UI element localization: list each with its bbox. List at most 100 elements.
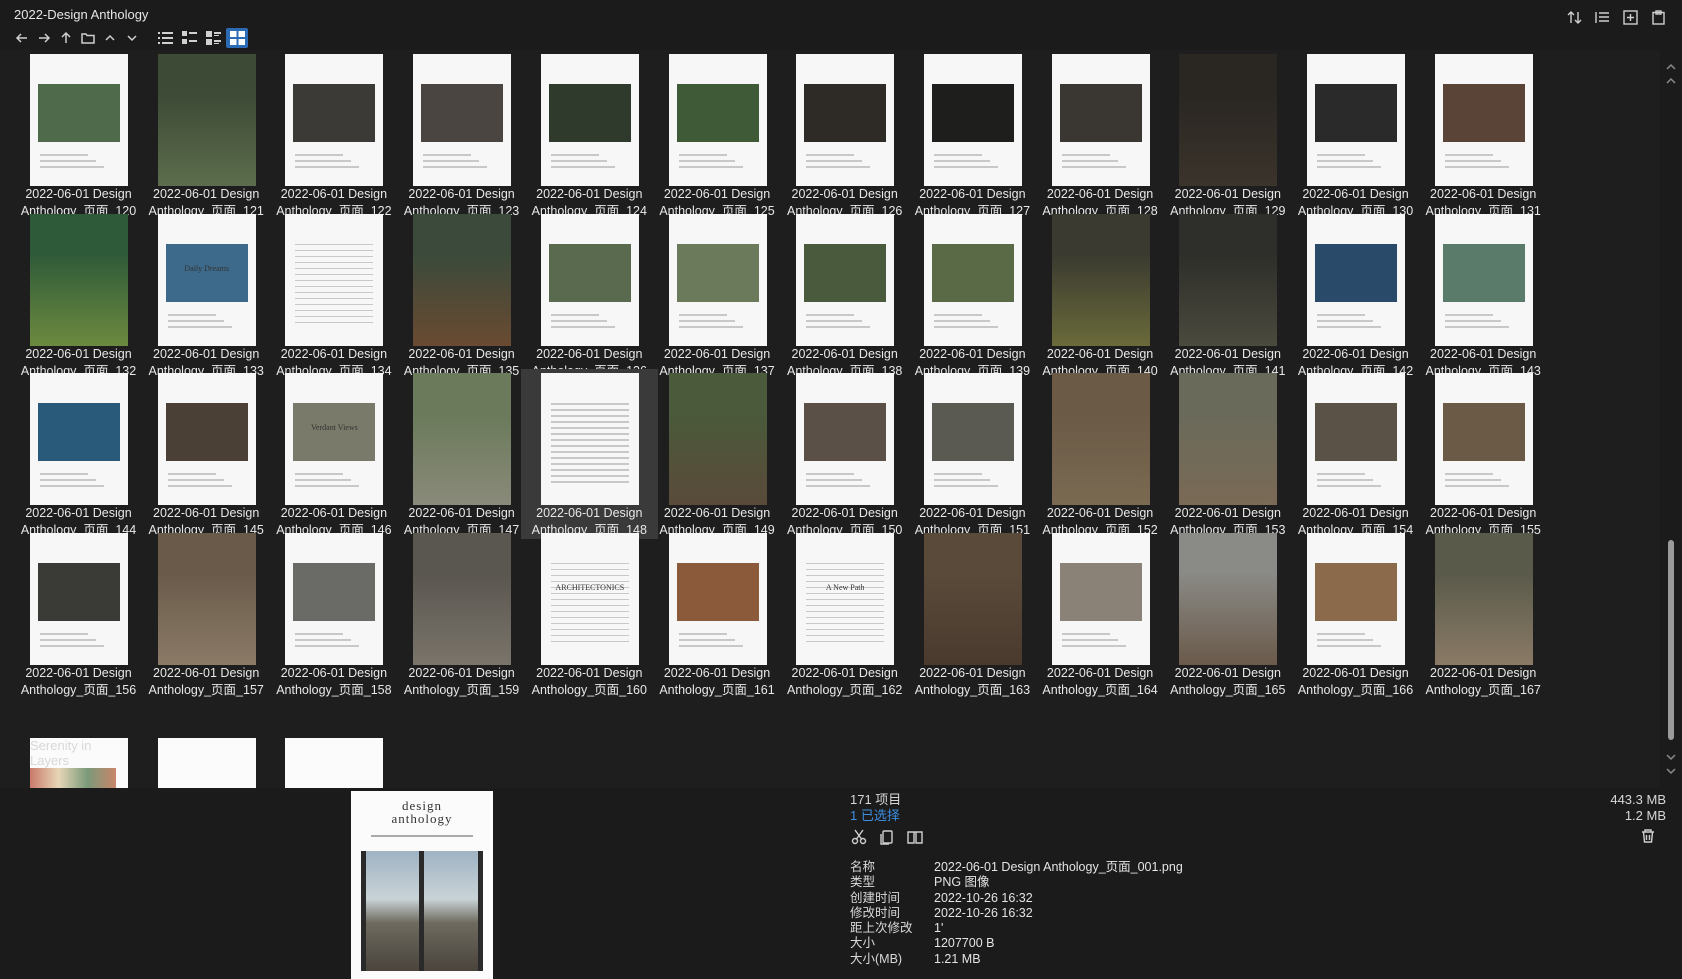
thumbnail-tile[interactable]: 2022-06-01 Design Anthology_页面_127	[904, 50, 1041, 220]
thumbnail-tile[interactable]: 2022-06-01 Design Anthology_页面_155	[1415, 369, 1552, 539]
thumbnail-tile[interactable]: ARCHITECTONICS 2022-06-01 Design Anthology…	[521, 529, 658, 699]
thumbnail-tile[interactable]: 2022-06-01 Design Anthology_页面_138	[776, 210, 913, 380]
thumbnail-tile[interactable]: 2022-06-01 Design Anthology_页面_161	[649, 529, 786, 699]
thumbnail-tile[interactable]: 2022-06-01 Design Anthology_页面_140	[1032, 210, 1169, 380]
sort-button[interactable]	[1564, 8, 1584, 26]
thumbnail-tile[interactable]: 2022-06-01 Design Anthology_页面_166	[1287, 529, 1424, 699]
thumbnail-tile[interactable]: 2022-06-01 Design Anthology_页面_141	[1159, 210, 1296, 380]
thumbnail-tile[interactable]: 2022-06-01 Design Anthology_页面_123	[393, 50, 530, 220]
vertical-scrollbar[interactable]	[1660, 50, 1682, 788]
window-title: 2022-Design Anthology	[14, 7, 149, 22]
thumbnail-tile[interactable]: 2022-06-01 Design Anthology_页面_158	[265, 529, 402, 699]
thumbnail-tile[interactable]: 2022-06-01 Design Anthology_页面_154	[1287, 369, 1424, 539]
thumbnail-tile[interactable]: 2022-06-01 Design Anthology_页面_137	[649, 210, 786, 380]
thumbnail-tile[interactable]: 2022-06-01 Design Anthology_页面_151	[904, 369, 1041, 539]
thumbnail-tile[interactable]: 2022-06-01 DesignAnthology_页面_136	[521, 210, 658, 380]
thumbnail-tile[interactable]: 2022-06-01 Design Anthology_页面_152	[1032, 369, 1169, 539]
new-pane-button[interactable]	[1620, 8, 1640, 26]
thumbnail-tile[interactable]: 2022-06-01 Design Anthology_页面_149	[649, 369, 786, 539]
thumbnail-tile[interactable]: 2022-06-01 Design Anthology_页面_125	[649, 50, 786, 220]
thumbnail-text-line	[40, 485, 104, 487]
thumbnail-tile[interactable]: 2022-06-01 Design Anthology_页面_142	[1287, 210, 1424, 380]
scroll-down-arrow-2[interactable]	[1665, 764, 1677, 775]
thumbnail-tile[interactable]: 2022-06-01 Design Anthology_页面_134	[265, 210, 402, 380]
scroll-down-arrow[interactable]	[1665, 750, 1677, 761]
detail-row: 类型 PNG 图像	[850, 875, 1183, 890]
tiles-view-button[interactable]	[202, 28, 224, 48]
thumbnail-tile[interactable]: 2022-06-01 Design Anthology_页面_129	[1159, 50, 1296, 220]
thumbnail-tile[interactable]: 2022-06-01 Design Anthology_页面_150	[776, 369, 913, 539]
thumbnail-tile[interactable]: 2022-06-01 Design Anthology_页面_130	[1287, 50, 1424, 220]
thumbnail-tile[interactable]: 2022-06-01 Design Anthology_页面_132	[10, 210, 147, 380]
thumbnail-tile[interactable]: 2022-06-01 Design Anthology_页面_165	[1159, 529, 1296, 699]
thumbnail-tile[interactable]: 2022-06-01 Design Anthology_页面_153	[1159, 369, 1296, 539]
thumbnail-text-line	[1444, 154, 1493, 156]
thumbnail-tile[interactable]: 2022-06-01 Design Anthology_页面_144	[10, 369, 147, 539]
thumbnail-tile[interactable]: 2022-06-01 Design Anthology_页面_139	[904, 210, 1041, 380]
forward-button[interactable]	[34, 28, 54, 48]
page-thumbnail	[285, 54, 384, 186]
thumbnail-tile[interactable]: 2022-06-01 Design Anthology_页面_124	[521, 50, 658, 220]
partial-thumbnail[interactable]	[157, 738, 256, 788]
open-book-button[interactable]	[906, 828, 924, 846]
sort-up-button[interactable]	[100, 28, 120, 48]
scroll-up-arrow[interactable]	[1665, 60, 1677, 70]
file-actions	[850, 828, 924, 846]
caption-line2: Anthology_页面_162	[787, 682, 903, 697]
thumbnail-tile[interactable]: 2022-06-01 Design Anthology_页面_120	[10, 50, 147, 220]
thumbnail-tile[interactable]: 2022-06-01 Design Anthology_页面_131	[1415, 50, 1552, 220]
thumbnail-tile[interactable]: 2022-06-01 Design Anthology_页面_147	[393, 369, 530, 539]
thumbnail-photo	[931, 84, 1014, 142]
caption-line1: 2022-06-01 Design	[1302, 665, 1409, 680]
thumbnail-tile[interactable]: 2022-06-01 Design Anthology_页面_156	[10, 529, 147, 699]
chevron-up-icon	[1666, 77, 1676, 84]
thumbnail-tile[interactable]: 2022-06-01 Design Anthology_页面_167	[1415, 529, 1552, 699]
thumbnail-view-button[interactable]	[226, 28, 248, 48]
scrollbar-thumb[interactable]	[1668, 540, 1674, 740]
thumbnail-tile[interactable]: 2022-06-01 Design Anthology_页面_122	[265, 50, 402, 220]
thumbnail-tile[interactable]: Verdant Views 2022-06-01 Design Anthology_…	[265, 369, 402, 539]
thumbnail-text-line	[550, 457, 629, 459]
thumbnail-tile[interactable]: 2022-06-01 Design Anthology_页面_163	[904, 529, 1041, 699]
folder-button[interactable]	[78, 28, 98, 48]
copy-button[interactable]	[878, 828, 896, 846]
back-button[interactable]	[12, 28, 32, 48]
thumbnail-tile[interactable]: 2022-06-01 Design Anthology_页面_157	[138, 529, 275, 699]
thumbnail-tile[interactable]: 2022-06-01 Design Anthology_页面_135	[393, 210, 530, 380]
scroll-up-arrow-2[interactable]	[1665, 74, 1677, 84]
thumbnail-tile[interactable]: A New Path 2022-06-01 Design Anthology_页面_…	[776, 529, 913, 699]
delete-button[interactable]	[1640, 828, 1658, 846]
details-view-button[interactable]	[178, 28, 200, 48]
preview-title-line2: anthology	[391, 811, 453, 826]
thumbnail-tile[interactable]: 2022-06-01 Design Anthology_页面_143	[1415, 210, 1552, 380]
thumbnail-tile[interactable]: Daily Dreams 2022-06-01 Design Anthology_页…	[138, 210, 275, 380]
thumbnail-tile[interactable]: 2022-06-01 Design Anthology_页面_126	[776, 50, 913, 220]
thumbnail-tile[interactable]: 2022-06-01 Design Anthology_页面_121	[138, 50, 275, 220]
thumbnail-tile[interactable]: 2022-06-01 Design Anthology_页面_159	[393, 529, 530, 699]
thumbnail-text-line	[806, 154, 855, 156]
thumbnail-text-line	[167, 479, 224, 481]
thumbnail-text-line	[933, 319, 990, 322]
thumbnail-text-line	[167, 319, 224, 322]
layout-button[interactable]	[1592, 8, 1612, 26]
caption-line1: 2022-06-01 Design	[1174, 665, 1281, 680]
partial-thumbnail[interactable]: Serenity in Layers	[30, 738, 128, 788]
thumbnail-tile[interactable]: 2022-06-01 Design Anthology_页面_164	[1032, 529, 1169, 699]
thumbnail-caption: 2022-06-01 Design Anthology_页面_157	[138, 665, 275, 699]
page-thumbnail	[1307, 213, 1405, 346]
thumbnail-tile[interactable]: 2022-06-01 Design Anthology_页面_148	[520, 369, 658, 539]
clipboard-button[interactable]	[1648, 8, 1668, 26]
selected-count[interactable]: 1 已选择	[850, 808, 901, 824]
sort-down-button[interactable]	[122, 28, 142, 48]
thumbnail-text-line	[550, 166, 615, 168]
list-view-button[interactable]	[154, 28, 176, 48]
thumbnail-page-title: Serenity in Layers	[30, 738, 92, 768]
thumbnail-tile[interactable]: 2022-06-01 Design Anthology_页面_128	[1032, 50, 1169, 220]
thumbnail-grid[interactable]: 2022-06-01 Design Anthology_页面_120 2022-06…	[0, 50, 1660, 788]
thumbnail-photo	[676, 562, 759, 621]
partial-thumbnail[interactable]	[285, 738, 384, 788]
detail-row: 大小 1207700 B	[850, 936, 1183, 951]
up-folder-button[interactable]	[56, 28, 76, 48]
thumbnail-tile[interactable]: 2022-06-01 Design Anthology_页面_145	[138, 369, 275, 539]
cut-button[interactable]	[850, 828, 868, 846]
